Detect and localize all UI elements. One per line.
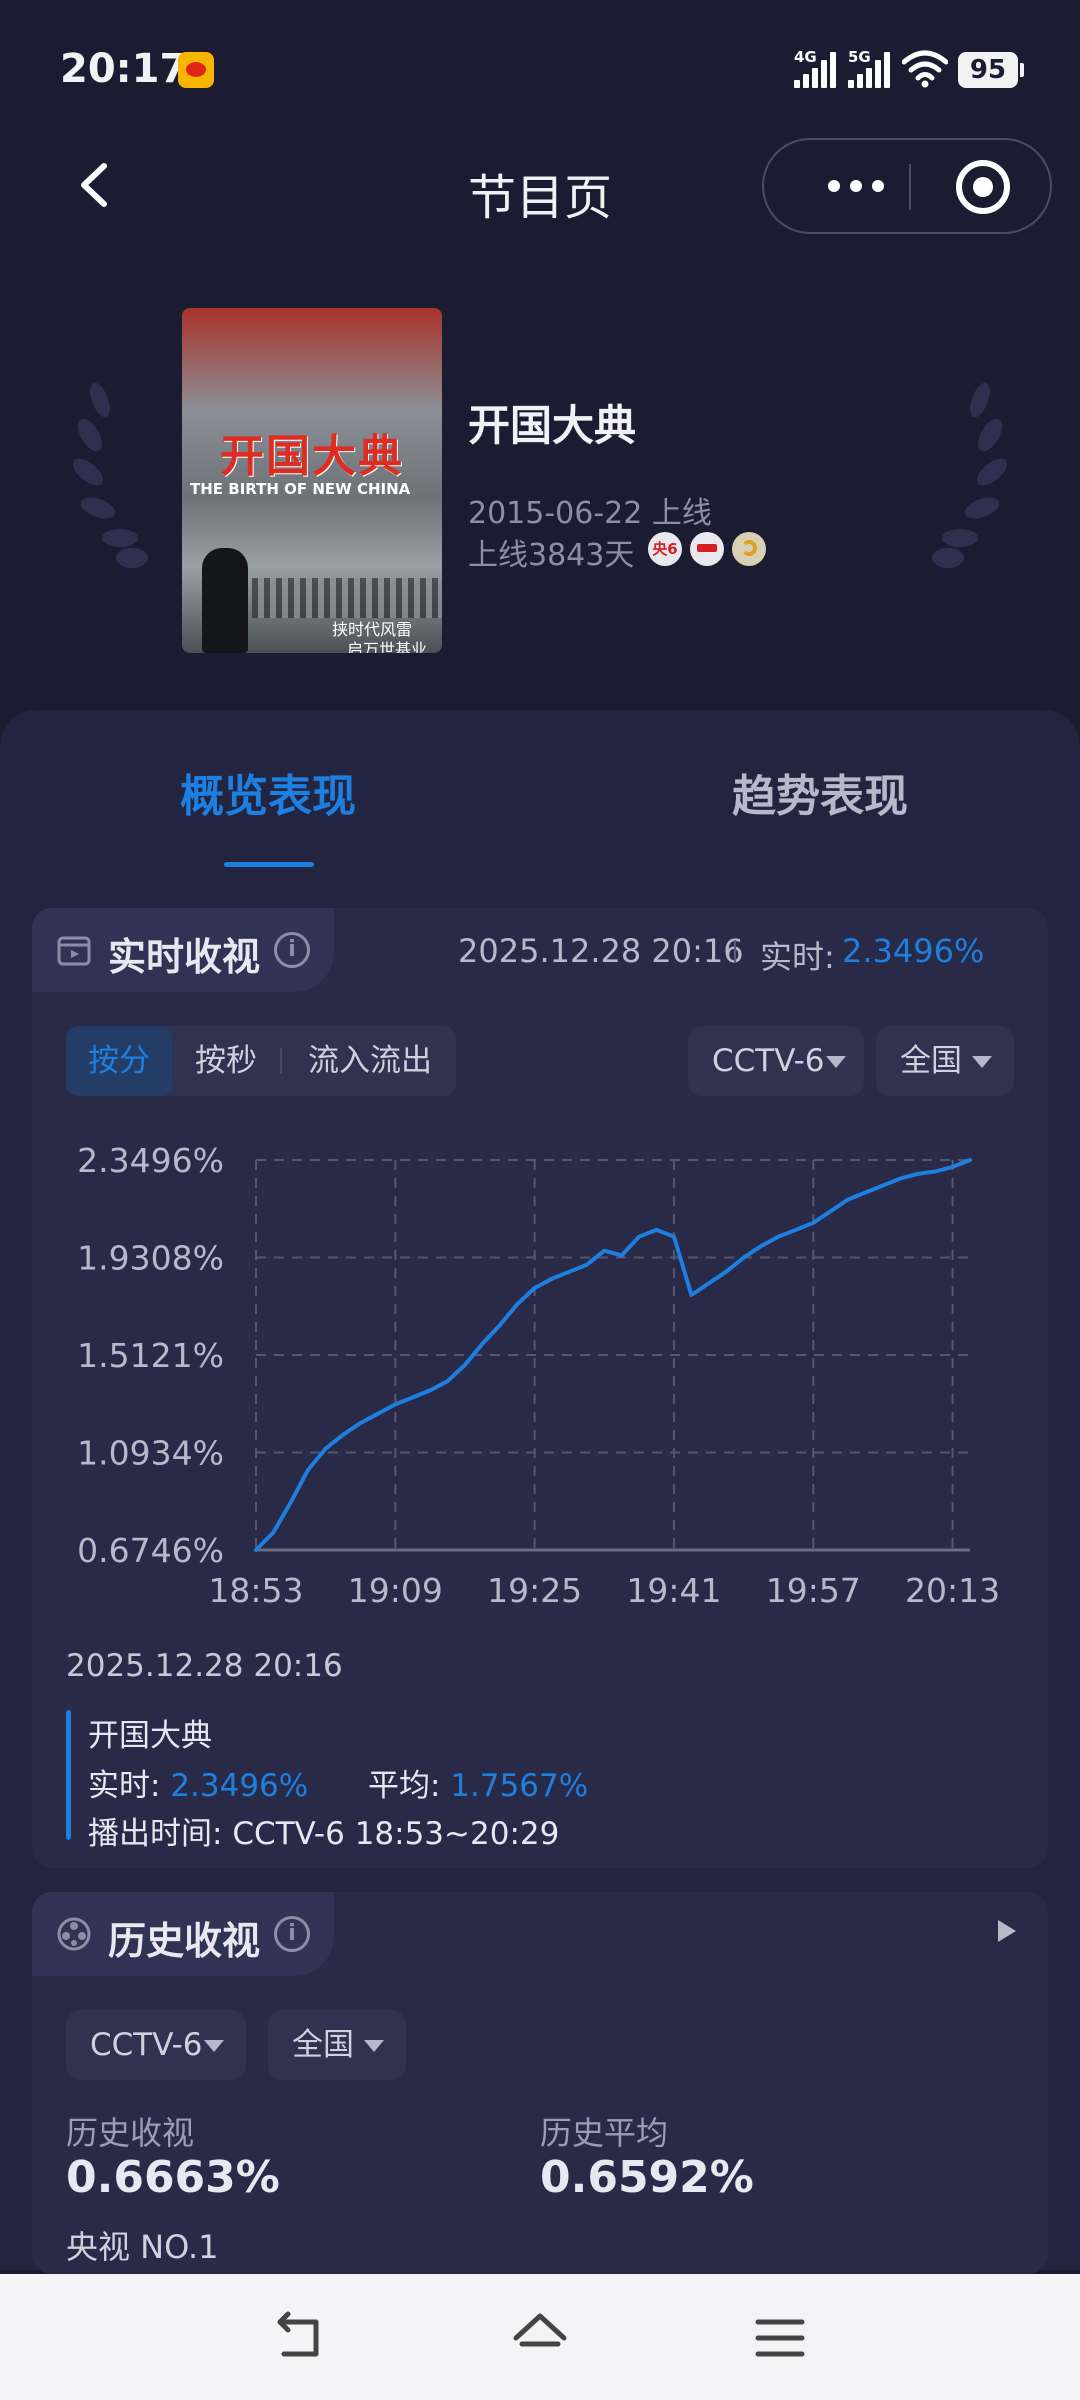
poster-tagline-2: 启万世基业 [347, 640, 428, 653]
chevron-down-icon [204, 2040, 224, 2052]
film-reel-icon [57, 1917, 91, 1951]
detail-program-name: 开国大典 [88, 1718, 212, 1754]
detail-air-label: 播出时间: [88, 1816, 223, 1852]
poster-crowd-graphic [252, 578, 442, 618]
status-bar: 20:17 4G 5G 95 [0, 0, 1080, 140]
realtime-live-value: 2.3496% [842, 932, 985, 970]
y-tick-label: 1.0934% [77, 1433, 224, 1472]
detail-avg-value: 1.7567% [450, 1768, 589, 1804]
laurel-left-icon [73, 382, 148, 568]
history-rating-label: 历史收视 [66, 2114, 195, 2152]
detail-accent-bar [66, 1710, 71, 1840]
segment-by-minute[interactable]: 按分 [66, 1026, 172, 1096]
history-title: 历史收视 [108, 1919, 261, 1963]
realtime-title: 实时收视 [108, 935, 261, 979]
detail-air-time: 播出时间: CCTV-6 18:53~20:29 [88, 1808, 559, 1853]
realtime-separator [734, 940, 736, 962]
realtime-live-label: 实时: [760, 938, 835, 976]
x-tick-label: 18:53 [208, 1571, 303, 1610]
cellular-4g-icon: 4G [794, 48, 836, 88]
history-channel-dropdown[interactable]: CCTV-6 [66, 2010, 246, 2080]
x-tick-label: 19:09 [348, 1571, 443, 1610]
tv-icon [57, 936, 91, 966]
poster-title: 开国大典 [220, 431, 404, 482]
program-online-days: 上线3843天 [468, 538, 635, 573]
x-tick-label: 19:57 [766, 1571, 861, 1610]
realtime-timestamp: 2025.12.28 20:16 [458, 932, 744, 970]
tab-overview[interactable]: 概览表现 [180, 760, 356, 824]
rating-series-line [254, 1158, 972, 1552]
channel-logo-badge-icon [732, 532, 766, 566]
history-region-dropdown[interactable]: 全国 [268, 2010, 406, 2080]
channel-dropdown-value: CCTV-6 [712, 1043, 825, 1079]
battery-indicator: 95 [958, 52, 1024, 88]
detail-live-label: 实时: [88, 1768, 161, 1804]
program-poster[interactable]: 开国大典 THE BIRTH OF NEW CHINA 挟时代风雷 启万世基业 [182, 308, 442, 653]
play-icon[interactable] [998, 1920, 1016, 1942]
capsule-divider [909, 164, 911, 210]
chevron-down-icon [364, 2040, 384, 2052]
detail-rating-line: 实时: 2.3496% 平均: 1.7567% [88, 1760, 588, 1805]
granularity-segmented-control: 按分 按秒 流入流出 [66, 1026, 456, 1096]
y-tick-label: 1.5121% [77, 1336, 224, 1375]
program-title: 开国大典 [468, 401, 637, 450]
detail-timestamp: 2025.12.28 20:16 [66, 1648, 343, 1684]
y-tick-label: 0.6746% [77, 1531, 224, 1570]
home-icon[interactable] [510, 2308, 570, 2368]
cellular-5g-icon: 5G [848, 48, 890, 88]
history-rating-value: 0.6663% [66, 2152, 280, 2203]
history-channel-value: CCTV-6 [90, 2027, 203, 2063]
close-miniprogram-icon[interactable] [956, 160, 1010, 214]
channel-dropdown[interactable]: CCTV-6 [688, 1026, 864, 1096]
history-average-label: 历史平均 [540, 2114, 669, 2152]
back-gesture-icon[interactable] [270, 2308, 330, 2368]
cctv6-badge-icon: 央6 [648, 532, 682, 566]
status-time: 20:17 [60, 46, 188, 92]
history-rank: 央视 NO.1 [66, 2228, 219, 2266]
x-tick-label: 19:41 [626, 1571, 721, 1610]
segment-inflow-outflow[interactable]: 流入流出 [288, 1026, 452, 1096]
system-navigation-bar [0, 2274, 1080, 2400]
realtime-rating-chart[interactable]: 0.6746% 1.0934% 1.5121% 1.9308% 2.3496% 18:5… [40, 1120, 1040, 1640]
region-dropdown-value: 全国 [900, 1043, 962, 1079]
detail-avg-label: 平均: [367, 1768, 441, 1804]
history-panel: 历史收视 i [32, 1892, 1048, 2274]
wifi-icon [902, 50, 948, 88]
history-region-value: 全国 [292, 2027, 354, 2063]
chevron-down-icon [826, 1056, 846, 1068]
poster-figure-graphic [202, 548, 248, 653]
laurel-right-icon [932, 382, 1007, 568]
history-panel-header: 历史收视 i [32, 1892, 334, 1976]
x-tick-label: 19:25 [487, 1571, 582, 1610]
segment-by-second[interactable]: 按秒 [174, 1026, 278, 1096]
tab-active-indicator [224, 862, 314, 867]
history-info-icon[interactable]: i [274, 1916, 310, 1952]
detail-air-value: CCTV-6 18:53~20:29 [232, 1816, 560, 1852]
segment-divider [280, 1048, 282, 1074]
platform-badge-icon [690, 532, 724, 566]
tab-trend[interactable]: 趋势表现 [732, 760, 908, 824]
weibo-notification-icon [178, 52, 214, 88]
y-tick-label: 1.9308% [77, 1239, 224, 1278]
chevron-down-icon [972, 1056, 992, 1068]
region-dropdown[interactable]: 全国 [876, 1026, 1014, 1096]
poster-subtitle: THE BIRTH OF NEW CHINA [190, 480, 411, 498]
realtime-panel-header: 实时收视 i [32, 908, 334, 992]
miniprogram-capsule [762, 138, 1052, 234]
menu-icon[interactable] [750, 2308, 810, 2368]
detail-live-value: 2.3496% [170, 1768, 309, 1804]
y-tick-label: 2.3496% [77, 1141, 224, 1180]
more-icon[interactable] [804, 140, 908, 232]
x-tick-label: 20:13 [905, 1571, 1000, 1610]
realtime-info-icon[interactable]: i [274, 932, 310, 968]
history-average-value: 0.6592% [540, 2152, 754, 2203]
program-online-date: 2015-06-22 上线 [468, 496, 712, 531]
